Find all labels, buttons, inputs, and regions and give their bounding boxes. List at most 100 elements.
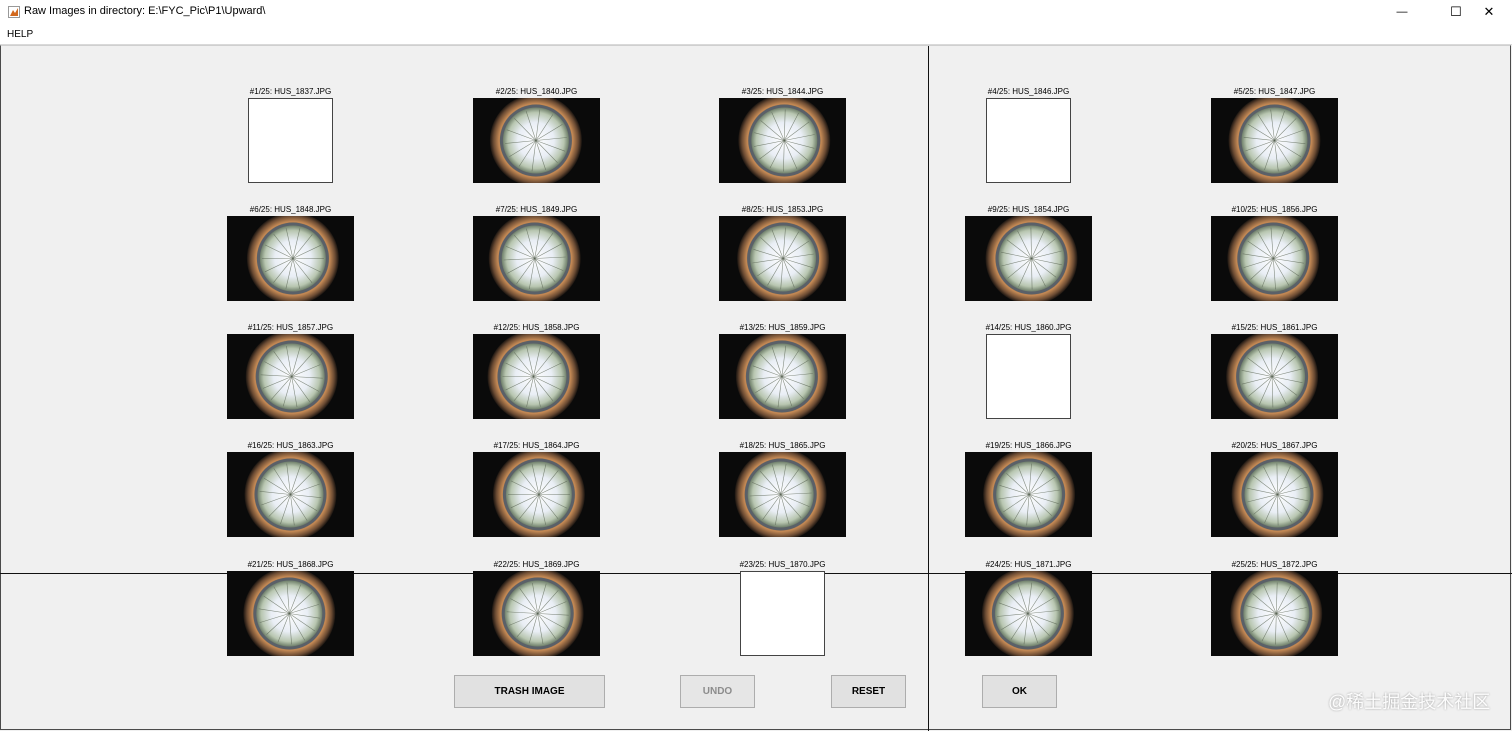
reset-button[interactable]: RESET: [831, 675, 906, 708]
image-placeholder[interactable]: [740, 571, 825, 656]
image-placeholder[interactable]: [986, 334, 1071, 419]
fisheye-image: [1211, 452, 1338, 537]
fisheye-thumbnail[interactable]: [1211, 216, 1338, 301]
close-button[interactable]: ✕: [1466, 0, 1512, 24]
image-label: #1/25: HUS_1837.JPG: [249, 87, 332, 96]
image-label: #9/25: HUS_1854.JPG: [987, 205, 1070, 214]
image-cell: #12/25: HUS_1858.JPG: [473, 323, 600, 423]
image-cell: #22/25: HUS_1869.JPG: [473, 560, 600, 660]
fisheye-thumbnail[interactable]: [1211, 98, 1338, 183]
fisheye-image: [965, 452, 1092, 537]
image-label: #23/25: HUS_1870.JPG: [739, 560, 826, 569]
image-label: #11/25: HUS_1857.JPG: [247, 323, 334, 332]
image-label: #3/25: HUS_1844.JPG: [741, 87, 824, 96]
fisheye-thumbnail[interactable]: [227, 334, 354, 419]
image-label: #12/25: HUS_1858.JPG: [493, 323, 580, 332]
fisheye-image: [1211, 98, 1338, 183]
fisheye-thumbnail[interactable]: [473, 571, 600, 656]
image-label: #17/25: HUS_1864.JPG: [493, 441, 580, 450]
fisheye-thumbnail[interactable]: [473, 452, 600, 537]
image-cell: #8/25: HUS_1853.JPG: [719, 205, 846, 305]
image-label: #10/25: HUS_1856.JPG: [1231, 205, 1318, 214]
minimize-icon: —: [1396, 6, 1408, 18]
image-cell: #23/25: HUS_1870.JPG: [719, 560, 846, 660]
image-label: #4/25: HUS_1846.JPG: [987, 87, 1070, 96]
fisheye-image: [473, 334, 600, 419]
fisheye-thumbnail[interactable]: [965, 216, 1092, 301]
image-cell: #13/25: HUS_1859.JPG: [719, 323, 846, 423]
fisheye-thumbnail[interactable]: [227, 216, 354, 301]
image-label: #8/25: HUS_1853.JPG: [741, 205, 824, 214]
fisheye-image: [719, 452, 846, 537]
ok-button[interactable]: OK: [982, 675, 1057, 708]
image-cell: #7/25: HUS_1849.JPG: [473, 205, 600, 305]
fisheye-thumbnail[interactable]: [719, 452, 846, 537]
fisheye-image: [227, 216, 354, 301]
image-cell: #9/25: HUS_1854.JPG: [965, 205, 1092, 305]
image-label: #18/25: HUS_1865.JPG: [739, 441, 826, 450]
image-cell: #10/25: HUS_1856.JPG: [1211, 205, 1338, 305]
trash-image-button[interactable]: TRASH IMAGE: [454, 675, 605, 708]
fisheye-thumbnail[interactable]: [473, 98, 600, 183]
fisheye-thumbnail[interactable]: [719, 216, 846, 301]
fisheye-image: [1211, 334, 1338, 419]
fisheye-image: [965, 571, 1092, 656]
image-label: #25/25: HUS_1872.JPG: [1231, 560, 1318, 569]
image-cell: #5/25: HUS_1847.JPG: [1211, 87, 1338, 187]
image-placeholder[interactable]: [248, 98, 333, 183]
image-cell: #11/25: HUS_1857.JPG: [227, 323, 354, 423]
fisheye-thumbnail[interactable]: [473, 216, 600, 301]
image-label: #20/25: HUS_1867.JPG: [1231, 441, 1318, 450]
image-label: #16/25: HUS_1863.JPG: [247, 441, 334, 450]
fisheye-thumbnail[interactable]: [719, 334, 846, 419]
image-label: #15/25: HUS_1861.JPG: [1231, 323, 1318, 332]
image-cell: #2/25: HUS_1840.JPG: [473, 87, 600, 187]
title-bar: Raw Images in directory: E:\FYC_Pic\P1\U…: [0, 0, 1512, 24]
image-cell: #3/25: HUS_1844.JPG: [719, 87, 846, 187]
fisheye-thumbnail[interactable]: [227, 571, 354, 656]
image-cell: #1/25: HUS_1837.JPG: [227, 87, 354, 187]
vertical-divider: [928, 46, 929, 731]
fisheye-image: [473, 216, 600, 301]
fisheye-image: [719, 216, 846, 301]
image-cell: #24/25: HUS_1871.JPG: [965, 560, 1092, 660]
fisheye-thumbnail[interactable]: [473, 334, 600, 419]
fisheye-thumbnail[interactable]: [1211, 452, 1338, 537]
image-label: #19/25: HUS_1866.JPG: [985, 441, 1072, 450]
fisheye-thumbnail[interactable]: [965, 452, 1092, 537]
image-cell: #19/25: HUS_1866.JPG: [965, 441, 1092, 541]
fisheye-image: [227, 452, 354, 537]
fisheye-thumbnail[interactable]: [719, 98, 846, 183]
image-label: #5/25: HUS_1847.JPG: [1233, 87, 1316, 96]
fisheye-image: [473, 98, 600, 183]
image-cell: #25/25: HUS_1872.JPG: [1211, 560, 1338, 660]
fisheye-thumbnail[interactable]: [965, 571, 1092, 656]
image-cell: #16/25: HUS_1863.JPG: [227, 441, 354, 541]
fisheye-image: [965, 216, 1092, 301]
fisheye-thumbnail[interactable]: [227, 452, 354, 537]
fisheye-thumbnail[interactable]: [1211, 334, 1338, 419]
close-icon: ✕: [1483, 4, 1495, 19]
fisheye-image: [719, 98, 846, 183]
maximize-icon: ☐: [1450, 4, 1462, 19]
image-label: #13/25: HUS_1859.JPG: [739, 323, 826, 332]
fisheye-image: [1211, 216, 1338, 301]
matlab-figure-icon: [8, 6, 20, 18]
window-title: Raw Images in directory: E:\FYC_Pic\P1\U…: [24, 5, 266, 17]
image-cell: #14/25: HUS_1860.JPG: [965, 323, 1092, 423]
image-cell: #15/25: HUS_1861.JPG: [1211, 323, 1338, 423]
fisheye-image: [227, 571, 354, 656]
undo-button[interactable]: UNDO: [680, 675, 755, 708]
image-label: #14/25: HUS_1860.JPG: [985, 323, 1072, 332]
fisheye-image: [473, 571, 600, 656]
image-cell: #4/25: HUS_1846.JPG: [965, 87, 1092, 187]
image-placeholder[interactable]: [986, 98, 1071, 183]
image-label: #2/25: HUS_1840.JPG: [495, 87, 578, 96]
menu-help[interactable]: HELP: [7, 29, 33, 40]
minimize-button[interactable]: —: [1379, 0, 1425, 24]
image-label: #7/25: HUS_1849.JPG: [495, 205, 578, 214]
image-label: #22/25: HUS_1869.JPG: [493, 560, 580, 569]
image-cell: #18/25: HUS_1865.JPG: [719, 441, 846, 541]
fisheye-thumbnail[interactable]: [1211, 571, 1338, 656]
image-cell: #17/25: HUS_1864.JPG: [473, 441, 600, 541]
